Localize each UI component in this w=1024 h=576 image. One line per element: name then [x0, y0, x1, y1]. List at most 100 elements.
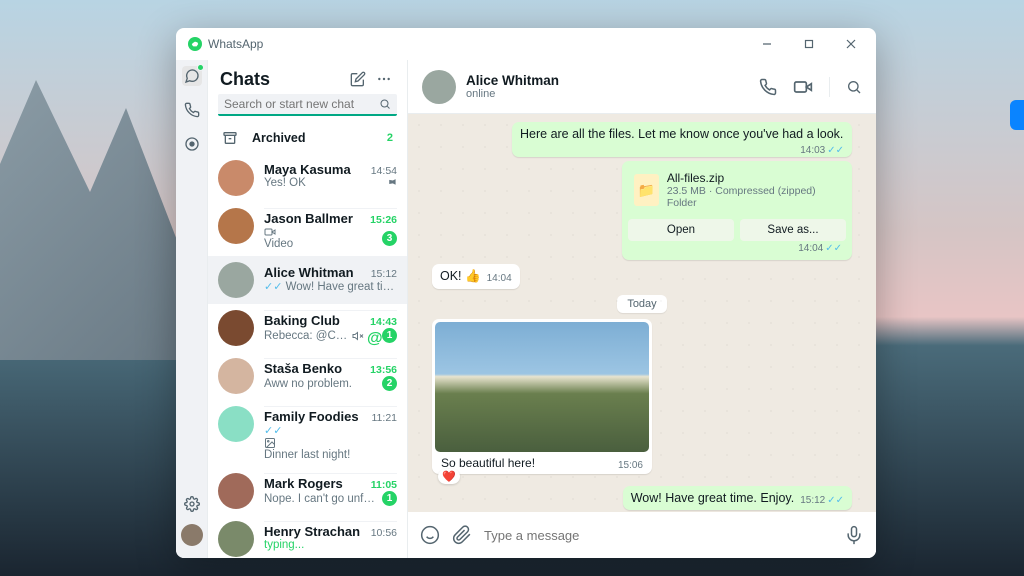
unread-dot-icon	[197, 64, 204, 71]
save-file-button[interactable]: Save as...	[740, 219, 846, 241]
nav-calls-icon[interactable]	[182, 100, 202, 120]
message-in[interactable]: OK! 👍14:04	[432, 264, 520, 289]
composer	[408, 512, 876, 558]
chat-preview: Rebecca: @Chris R?	[264, 330, 349, 342]
chat-list-panel: Chats Archived 2 Maya Kasuma14:54Yes! OK…	[208, 60, 408, 558]
chat-time: 15:12	[371, 268, 397, 280]
me-avatar[interactable]	[181, 524, 203, 546]
chat-avatar	[218, 160, 254, 196]
maximize-button[interactable]	[788, 28, 830, 60]
photo-thumbnail[interactable]	[435, 322, 649, 452]
read-tick-icon: ✓✓	[825, 243, 842, 254]
file-attachment[interactable]: 📁 All-files.zip 23.5 MB · Compressed (zi…	[622, 161, 852, 260]
chat-item[interactable]: Jason Ballmer15:26 Video3	[208, 202, 407, 256]
chat-name: Baking Club	[264, 313, 370, 328]
minimize-button[interactable]	[746, 28, 788, 60]
search-in-chat-button[interactable]	[846, 79, 862, 95]
chat-time: 11:21	[372, 412, 398, 424]
chat-list[interactable]: Maya Kasuma14:54Yes! OKJason Ballmer15:2…	[208, 154, 407, 558]
mic-button[interactable]	[844, 525, 864, 545]
unread-badge: 1	[382, 491, 397, 506]
new-chat-button[interactable]	[347, 68, 369, 90]
file-name: All-files.zip	[667, 171, 840, 185]
chat-preview: Nope. I can't go unfortunately.	[264, 493, 379, 505]
close-button[interactable]	[830, 28, 872, 60]
message-out[interactable]: Here are all the files. Let me know once…	[512, 122, 852, 157]
chat-preview: ✓✓ Dinner last night!	[264, 424, 397, 461]
chat-preview: typing...	[264, 539, 397, 551]
unread-badge: 2	[382, 376, 397, 391]
nav-status-icon[interactable]	[182, 134, 202, 154]
chat-preview: Video	[264, 226, 379, 250]
chat-item[interactable]: Baking Club14:43Rebecca: @Chris R?@1	[208, 304, 407, 352]
chat-avatar	[218, 208, 254, 244]
file-meta: 23.5 MB · Compressed (zipped) Folder	[667, 185, 840, 209]
message-area[interactable]: Here are all the files. Let me know once…	[408, 114, 876, 512]
chat-avatar	[218, 310, 254, 346]
search-field[interactable]	[224, 97, 379, 111]
image-message[interactable]: So beautiful here!15:06 ❤️	[432, 319, 652, 474]
message-input[interactable]	[484, 528, 832, 543]
archived-row[interactable]: Archived 2	[208, 122, 407, 154]
zip-file-icon: 📁	[634, 174, 659, 206]
chat-time: 14:54	[371, 165, 397, 177]
chat-item[interactable]: Mark Rogers11:05 Nope. I can't go unfortu…	[208, 467, 407, 515]
edge-widget[interactable]	[1010, 100, 1024, 130]
chat-time: 11:05	[371, 479, 397, 491]
attach-button[interactable]	[452, 525, 472, 545]
chat-avatar	[218, 406, 254, 442]
nav-chats-icon[interactable]	[182, 66, 202, 86]
chat-time: 14:43	[370, 316, 397, 328]
conversation-panel: Alice Whitman online Here are all the fi…	[408, 60, 876, 558]
separator	[829, 77, 830, 97]
chat-avatar	[218, 262, 254, 298]
unread-badge: 3	[382, 231, 397, 246]
image-caption: So beautiful here!	[441, 456, 535, 470]
chat-name: Mark Rogers	[264, 476, 371, 491]
read-tick-icon: ✓✓	[827, 495, 844, 506]
contact-status: online	[466, 88, 559, 100]
chat-avatar	[218, 473, 254, 509]
chat-avatar	[218, 358, 254, 394]
message-out[interactable]: Wow! Have great time. Enjoy.15:12✓✓	[623, 486, 852, 510]
chat-name: Henry Strachan	[264, 524, 371, 539]
chat-name: Jason Ballmer	[264, 211, 370, 226]
contact-name: Alice Whitman	[466, 73, 559, 88]
chat-item[interactable]: Henry Strachan10:56typing...	[208, 515, 407, 558]
chat-avatar	[218, 521, 254, 557]
app-title: WhatsApp	[208, 37, 263, 51]
archive-icon	[222, 130, 238, 146]
chat-item[interactable]: Staša Benko13:56Aww no problem.2	[208, 352, 407, 400]
read-tick-icon: ✓✓	[827, 145, 844, 156]
read-tick-icon: ✓✓	[264, 281, 282, 293]
chats-heading: Chats	[220, 69, 343, 90]
chat-preview: ✓✓ Wow! Have great time. Enjoy.	[264, 280, 397, 293]
chat-item[interactable]: Family Foodies11:21✓✓ Dinner last night!	[208, 400, 407, 467]
chat-preview: Yes! OK	[264, 177, 382, 189]
video-call-button[interactable]	[793, 77, 813, 97]
chat-item[interactable]: Alice Whitman15:12✓✓ Wow! Have great tim…	[208, 256, 407, 304]
app-window: WhatsApp Chats	[176, 28, 876, 558]
contact-avatar[interactable]	[422, 70, 456, 104]
whatsapp-logo-icon	[188, 37, 202, 51]
search-input[interactable]	[218, 94, 397, 116]
chat-preview: Aww no problem.	[264, 378, 379, 390]
conversation-header[interactable]: Alice Whitman online	[408, 60, 876, 114]
chat-time: 10:56	[371, 527, 397, 539]
archived-count: 2	[387, 132, 393, 144]
nav-rail	[176, 60, 208, 558]
unread-badge: 1	[382, 328, 397, 343]
archived-label: Archived	[252, 131, 306, 145]
chat-name: Maya Kasuma	[264, 162, 371, 177]
thumbs-up-emoji: 👍	[465, 269, 481, 283]
read-tick-icon: ✓✓	[264, 425, 282, 437]
more-menu-button[interactable]	[373, 68, 395, 90]
chat-time: 15:26	[370, 214, 397, 226]
emoji-button[interactable]	[420, 525, 440, 545]
voice-call-button[interactable]	[759, 78, 777, 96]
open-file-button[interactable]: Open	[628, 219, 734, 241]
settings-icon[interactable]	[182, 494, 202, 514]
reaction-heart[interactable]: ❤️	[438, 469, 460, 484]
chat-item[interactable]: Maya Kasuma14:54Yes! OK	[208, 154, 407, 202]
title-bar[interactable]: WhatsApp	[176, 28, 876, 60]
